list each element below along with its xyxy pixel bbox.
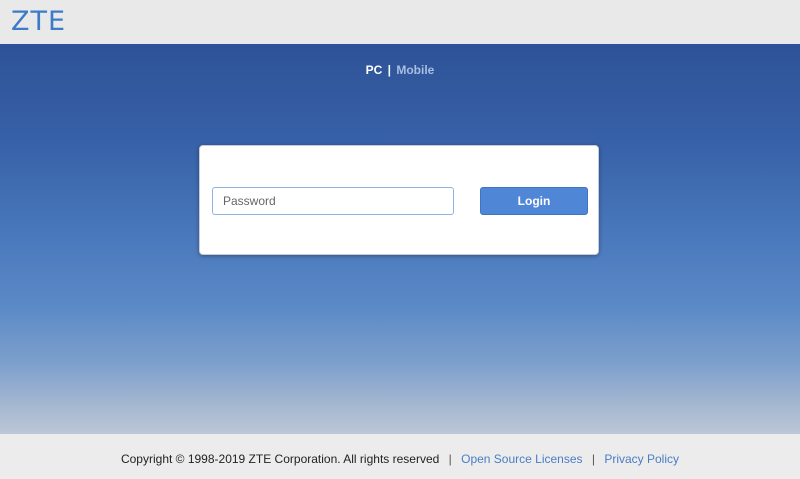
mobile-mode-link[interactable]: Mobile bbox=[396, 63, 434, 77]
footer-separator: | bbox=[591, 452, 595, 466]
footer-separator: | bbox=[448, 452, 452, 466]
pc-mode-link[interactable]: PC bbox=[366, 63, 383, 77]
zte-logo: ZTE bbox=[11, 6, 67, 37]
view-mode-switch: PC | Mobile bbox=[0, 64, 800, 76]
open-source-licenses-link[interactable]: Open Source Licenses bbox=[461, 452, 582, 466]
copyright-text: Copyright © 1998-2019 ZTE Corporation. A… bbox=[120, 452, 440, 466]
page-footer: Copyright © 1998-2019 ZTE Corporation. A… bbox=[0, 434, 800, 479]
privacy-policy-link[interactable]: Privacy Policy bbox=[604, 452, 679, 466]
login-background: PC | Mobile Login bbox=[0, 44, 800, 434]
login-button[interactable]: Login bbox=[480, 187, 588, 215]
mode-separator: | bbox=[387, 63, 392, 77]
top-header: ZTE bbox=[0, 0, 800, 44]
login-page: ZTE PC | Mobile Login Copyright © 1998-2… bbox=[0, 0, 800, 479]
password-input[interactable] bbox=[212, 187, 454, 215]
login-card: Login bbox=[199, 145, 599, 255]
